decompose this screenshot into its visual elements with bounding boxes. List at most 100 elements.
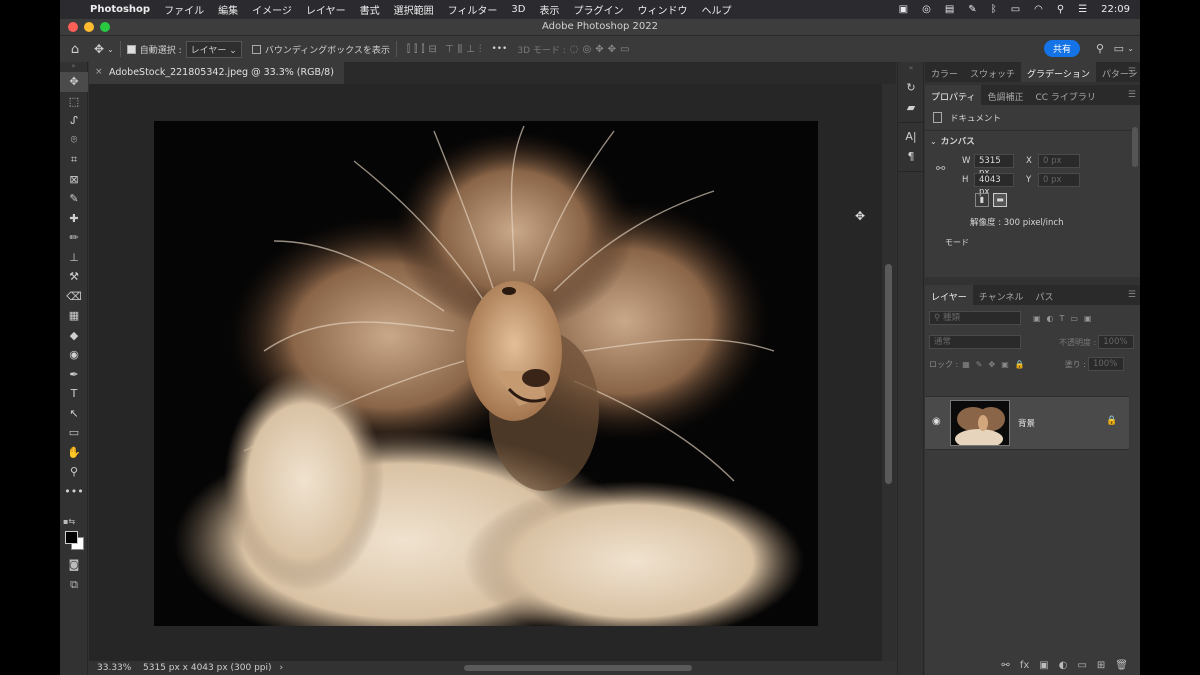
menu-view[interactable]: 表示 — [539, 2, 559, 17]
rectangle-tool[interactable]: ▭ — [60, 423, 88, 443]
show-transform-checkbox[interactable] — [251, 44, 261, 54]
status-menu-arrow[interactable]: › — [280, 663, 284, 673]
menu-3d[interactable]: 3D — [511, 4, 525, 15]
object-selection-tool[interactable]: ⌾ — [60, 131, 88, 151]
auto-select-checkbox[interactable] — [126, 44, 136, 54]
menu-app-photoshop[interactable]: Photoshop — [90, 4, 150, 15]
clone-stamp-tool[interactable]: ⊥ — [60, 248, 88, 268]
zoom-level-field[interactable]: 33.33% — [89, 663, 131, 673]
crop-tool[interactable]: ⌗ — [60, 150, 88, 170]
screen-mode-icon[interactable]: ⧉ — [60, 578, 88, 592]
fill-field[interactable]: 100% — [1087, 357, 1124, 371]
collapse-arrows[interactable]: » — [60, 62, 87, 72]
distribute-buttons[interactable]: ⊤⫼⊥⫶ — [445, 44, 486, 55]
eraser-tool[interactable]: ⌫ — [60, 287, 88, 307]
new-group-icon[interactable]: ▭ — [1077, 660, 1086, 671]
chevron-down-icon[interactable]: ⌄ — [107, 45, 114, 54]
panel-menu-icon[interactable]: ☰ — [1128, 90, 1136, 100]
brush-tool[interactable]: ✏ — [60, 228, 88, 248]
menu-edit[interactable]: 編集 — [218, 2, 238, 17]
lock-icons[interactable]: ▦✎✥▣🔒 — [962, 360, 1030, 369]
pen-tool[interactable]: ✒ — [60, 365, 88, 385]
move-tool-preset-icon[interactable]: ✥ — [94, 42, 104, 56]
canvas-area[interactable]: ✥ — [89, 84, 882, 661]
blend-mode-dropdown[interactable]: 通常 — [929, 335, 1021, 349]
document-image[interactable] — [154, 121, 818, 626]
tab-gradients[interactable]: グラデーション — [1021, 62, 1096, 82]
link-layers-icon[interactable]: ⚯ — [1001, 660, 1009, 671]
menu-image[interactable]: イメージ — [252, 2, 292, 17]
history-panel-icon[interactable]: ↻ — [898, 78, 924, 98]
tab-layers[interactable]: レイヤー — [925, 285, 973, 305]
home-icon[interactable]: ⌂ — [60, 42, 90, 57]
eyedropper-tool[interactable]: ✎ — [60, 189, 88, 209]
portrait-orientation-icon[interactable]: ▮ — [975, 193, 989, 207]
vertical-scroll-thumb[interactable] — [885, 264, 892, 484]
landscape-orientation-icon[interactable]: ▬ — [993, 193, 1007, 207]
layer-row-background[interactable]: ◉ 背景 🔒 — [925, 396, 1129, 450]
panel-menu-icon[interactable]: ☰ — [1128, 290, 1136, 300]
add-mask-icon[interactable]: ▣ — [1039, 660, 1048, 671]
marquee-tool[interactable]: ⬚ — [60, 92, 88, 112]
horizontal-scroll-thumb[interactable] — [464, 665, 692, 671]
screen-record-icon[interactable]: ▣ — [899, 4, 908, 15]
lasso-tool[interactable]: ᔑ — [60, 111, 88, 131]
menu-help[interactable]: ヘルプ — [701, 2, 731, 17]
frame-tool[interactable]: ⊠ — [60, 170, 88, 190]
delete-layer-icon[interactable]: 🗑 — [1115, 660, 1128, 671]
chevron-down-icon[interactable]: ⌄ — [930, 137, 937, 146]
wifi-icon[interactable]: ◠ — [1034, 4, 1043, 15]
link-dimensions-icon[interactable]: ⚯ — [936, 162, 945, 175]
blur-tool[interactable]: ◆ — [60, 326, 88, 346]
menu-file[interactable]: ファイル — [164, 2, 204, 17]
vertical-scrollbar[interactable] — [882, 84, 896, 661]
lock-icon[interactable]: 🔒 — [1106, 416, 1117, 426]
gradient-tool[interactable]: ▦ — [60, 306, 88, 326]
layer-name[interactable]: 背景 — [1018, 417, 1035, 429]
auto-select-dropdown[interactable]: レイヤー ⌄ — [185, 40, 242, 58]
opacity-field[interactable]: 100% — [1098, 335, 1135, 349]
type-tool[interactable]: T — [60, 384, 88, 404]
bluetooth-icon[interactable]: ᛒ — [991, 4, 997, 15]
control-center-icon[interactable]: ☰ — [1078, 4, 1087, 15]
document-tab[interactable]: × AdobeStock_221805342.jpeg @ 33.3% (RGB… — [89, 62, 344, 84]
adjustment-layer-icon[interactable]: ◐ — [1059, 660, 1068, 671]
swap-colors-icon[interactable]: ▪⇆ — [63, 517, 75, 526]
foreground-color-swatch[interactable] — [65, 531, 78, 544]
path-selection-tool[interactable]: ↖ — [60, 404, 88, 424]
creative-cloud-icon[interactable]: ◎ — [922, 4, 931, 15]
properties-scrollbar[interactable] — [1132, 127, 1138, 167]
tab-paths[interactable]: パス — [1029, 285, 1059, 305]
menu-layer[interactable]: レイヤー — [306, 2, 346, 17]
tab-swatches[interactable]: スウォッチ — [964, 62, 1021, 82]
script-icon[interactable]: ▤ — [945, 4, 954, 15]
chevron-down-icon[interactable]: ⌄ — [1127, 44, 1134, 53]
menu-select[interactable]: 選択範囲 — [394, 2, 434, 17]
width-field[interactable]: 5315 px — [974, 153, 1014, 178]
layer-filter-dropdown[interactable]: ⚲ 種類 — [929, 311, 1021, 325]
tab-adjustments[interactable]: 色調補正 — [981, 85, 1029, 105]
y-field[interactable]: 0 px — [1038, 172, 1080, 187]
menu-window[interactable]: ウィンドウ — [637, 2, 687, 17]
search-icon[interactable]: ⚲ — [1096, 42, 1104, 55]
height-field[interactable]: 4043 px — [974, 172, 1014, 197]
spotlight-search-icon[interactable]: ⚲ — [1057, 4, 1064, 15]
close-tab-icon[interactable]: × — [95, 67, 103, 77]
tab-channels[interactable]: チャンネル — [973, 285, 1030, 305]
pen-status-icon[interactable]: ✎ — [968, 4, 976, 15]
menu-filter[interactable]: フィルター — [448, 2, 498, 17]
fx-icon[interactable]: fx — [1020, 660, 1029, 671]
x-field[interactable]: 0 px — [1038, 153, 1080, 168]
layer-filter-icons[interactable]: ▣◐T▭▣ — [1033, 314, 1098, 323]
comments-panel-icon[interactable]: ▰ — [898, 98, 924, 118]
menubar-clock[interactable]: 22:09 — [1101, 4, 1130, 15]
character-panel-icon[interactable]: A| — [898, 127, 924, 147]
canvas-section-label[interactable]: カンバス — [941, 135, 975, 147]
history-brush-tool[interactable]: ⚒ — [60, 267, 88, 287]
tab-cc-libraries[interactable]: CC ライブラリ — [1029, 85, 1101, 105]
move-tool[interactable]: ✥ — [60, 72, 88, 92]
paragraph-panel-icon[interactable]: ¶ — [898, 147, 924, 167]
dodge-tool[interactable]: ◉ — [60, 345, 88, 365]
hand-tool[interactable]: ✋ — [60, 443, 88, 463]
3d-mode-icons[interactable]: ◌◎✥✥▭ — [570, 44, 634, 55]
